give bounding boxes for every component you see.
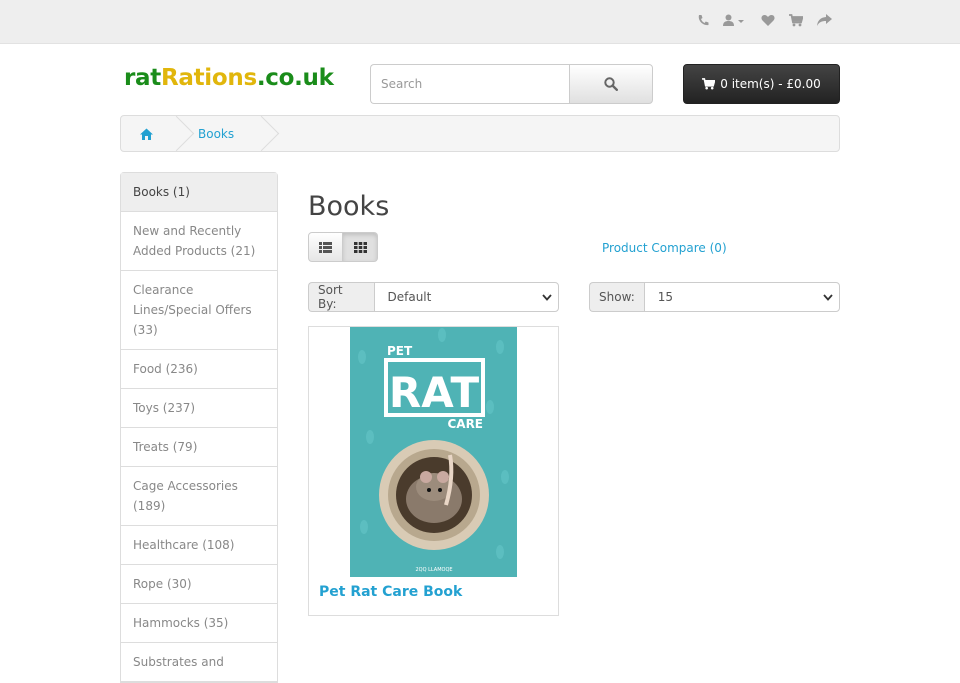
sidebar-item-food[interactable]: Food (236) <box>121 350 277 389</box>
header: ratRations.co.uk 0 item(s) - £0.00 <box>120 64 840 104</box>
show-limit-value: 15 <box>657 290 674 304</box>
sidebar-item-new-products[interactable]: New and Recently Added Products (21) <box>121 212 277 271</box>
caret-down-icon <box>738 19 744 23</box>
product-card: PET RAT CARE 2QQ LLAMOQE Pet Rat Care Bo… <box>308 326 559 616</box>
cover-title-pet: PET <box>387 344 413 358</box>
cover-title-care: CARE <box>447 417 483 431</box>
shopping-cart-icon[interactable] <box>789 12 803 28</box>
sort-by-control: Sort By: Default <box>308 282 559 312</box>
list-view-button[interactable] <box>308 232 343 262</box>
chevron-down-icon <box>823 293 833 301</box>
product-name-link[interactable]: Pet Rat Care Book <box>319 584 462 600</box>
cover-publisher: 2QQ LLAMOQE <box>415 567 452 573</box>
site-logo[interactable]: ratRations.co.uk <box>124 64 334 92</box>
show-label: Show: <box>589 282 644 312</box>
share-icon[interactable] <box>817 12 832 28</box>
sort-by-select[interactable]: Default <box>373 282 559 312</box>
top-links <box>697 12 832 28</box>
search-group <box>370 64 653 104</box>
sidebar-item-cage-accessories[interactable]: Cage Accessories (189) <box>121 467 277 526</box>
top-bar <box>0 0 960 44</box>
grid-icon <box>353 241 367 253</box>
sidebar-item-rope[interactable]: Rope (30) <box>121 565 277 604</box>
logo-text-rat: rat <box>124 65 161 91</box>
phone-icon[interactable] <box>697 12 709 28</box>
breadcrumb-books[interactable]: Books <box>171 116 234 151</box>
chevron-down-icon <box>542 293 552 301</box>
sidebar-item-hammocks[interactable]: Hammocks (35) <box>121 604 277 643</box>
sidebar-item-books[interactable]: Books (1) <box>121 173 277 212</box>
show-limit-select[interactable]: 15 <box>643 282 840 312</box>
product-image[interactable]: PET RAT CARE 2QQ LLAMOQE <box>350 327 517 577</box>
grid-view-button[interactable] <box>343 232 378 262</box>
product-compare-link[interactable]: Product Compare (0) <box>602 241 727 255</box>
shopping-cart-icon <box>702 78 716 90</box>
sidebar-item-clearance[interactable]: Clearance Lines/Special Offers (33) <box>121 271 277 350</box>
cart-button[interactable]: 0 item(s) - £0.00 <box>683 64 840 104</box>
cover-title-rat: RAT <box>389 368 480 417</box>
show-limit-control: Show: 15 <box>589 282 840 312</box>
breadcrumb: Books <box>120 115 840 152</box>
page-title: Books <box>308 191 390 222</box>
category-sidebar: Books (1) New and Recently Added Product… <box>120 172 278 683</box>
search-button[interactable] <box>569 64 653 104</box>
sort-by-label: Sort By: <box>308 282 374 312</box>
logo-text-rations: Rations <box>160 65 257 91</box>
heart-icon[interactable] <box>761 12 775 28</box>
logo-text-domain: .co.uk <box>256 65 334 91</box>
search-input[interactable] <box>370 64 569 104</box>
cart-total: 0 item(s) - £0.00 <box>720 77 821 91</box>
sort-by-value: Default <box>387 290 432 304</box>
search-icon <box>604 77 618 91</box>
home-icon <box>139 128 153 140</box>
user-icon[interactable] <box>723 12 747 28</box>
sidebar-item-healthcare[interactable]: Healthcare (108) <box>121 526 277 565</box>
list-icon <box>319 241 332 253</box>
sidebar-item-treats[interactable]: Treats (79) <box>121 428 277 467</box>
sidebar-item-substrates[interactable]: Substrates and <box>121 643 277 682</box>
sidebar-item-toys[interactable]: Toys (237) <box>121 389 277 428</box>
view-toggle <box>308 232 378 262</box>
